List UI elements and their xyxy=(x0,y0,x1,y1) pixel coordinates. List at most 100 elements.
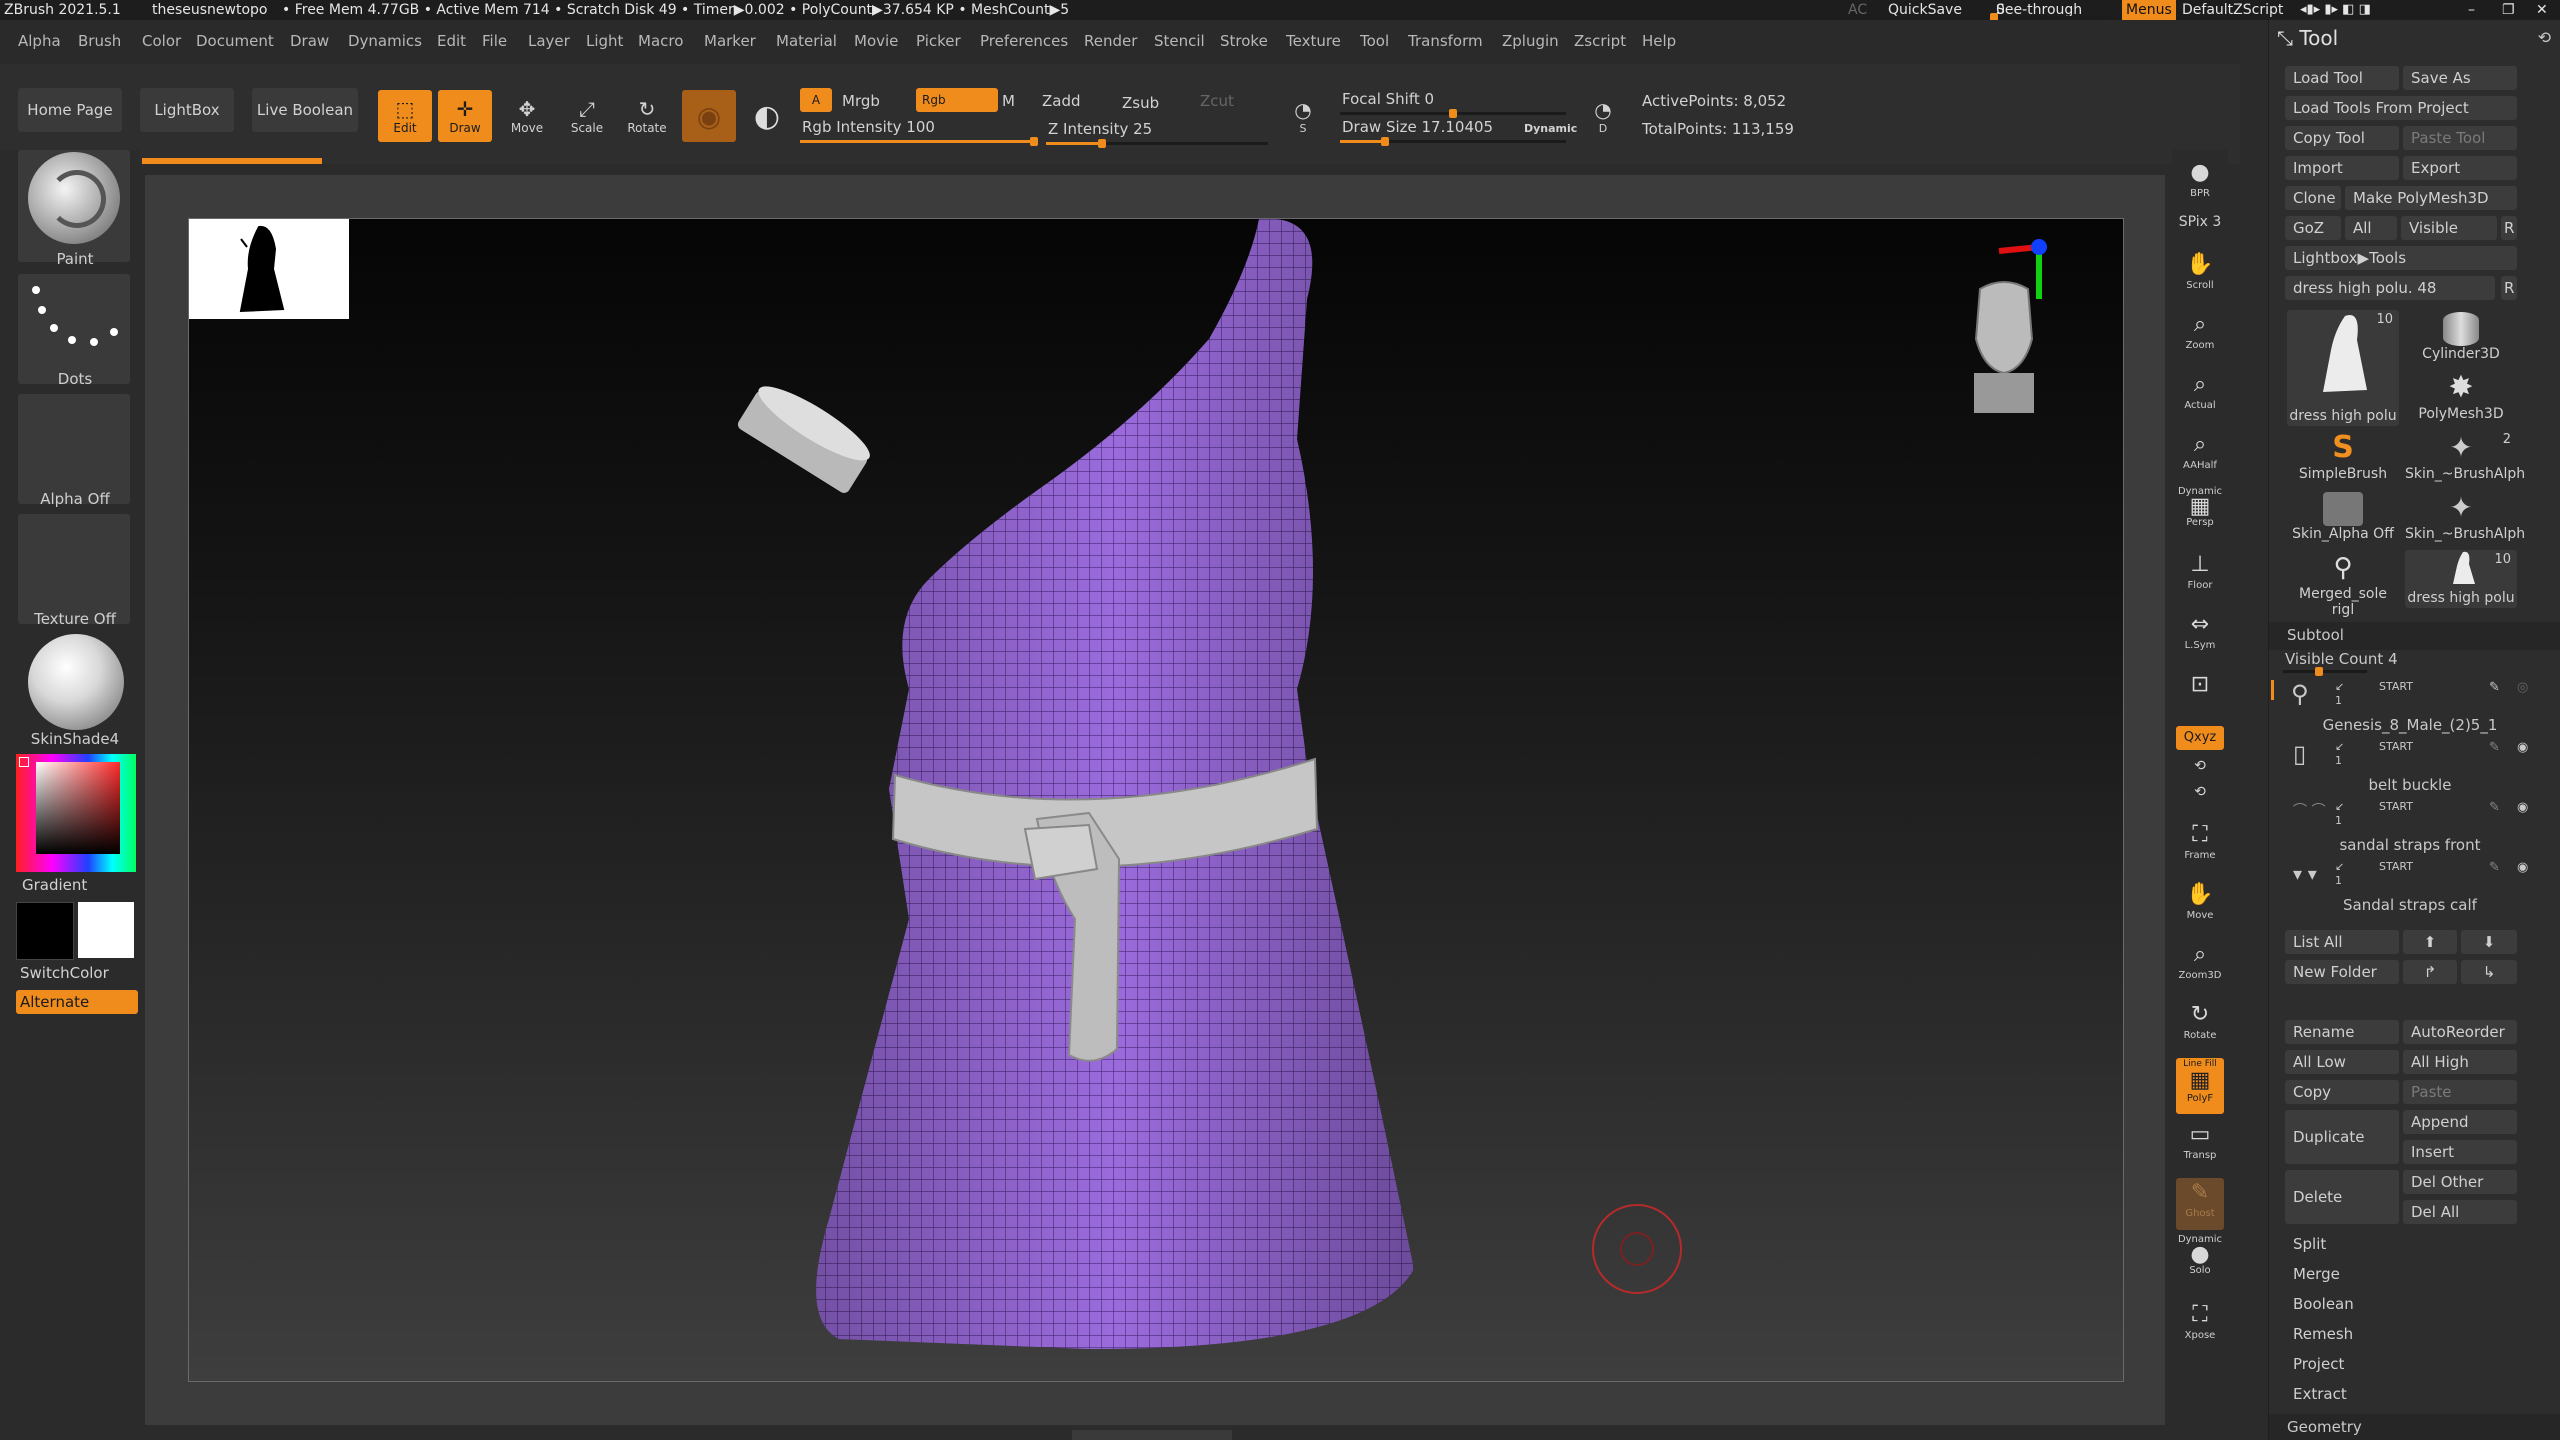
menu-marker[interactable]: Marker xyxy=(704,32,756,50)
focal-shift-knob[interactable] xyxy=(1449,109,1457,118)
paste-button[interactable]: Paste xyxy=(2403,1080,2517,1104)
menu-zscript[interactable]: Zscript xyxy=(1574,32,1626,50)
tool-thumb-skin-alpha-off[interactable]: Skin_Alpha Off xyxy=(2287,490,2399,548)
menu-brush[interactable]: Brush xyxy=(78,32,121,50)
live-boolean-button[interactable]: Live Boolean xyxy=(252,88,358,132)
lightbox-button[interactable]: LightBox xyxy=(140,88,234,132)
del-all-button[interactable]: Del All xyxy=(2403,1200,2517,1224)
menu-movie[interactable]: Movie xyxy=(854,32,898,50)
tool-thumb-dress-2[interactable]: 10 dress high polu xyxy=(2405,550,2517,608)
secondary-color-swatch[interactable] xyxy=(78,902,134,958)
make-polymesh3d-button[interactable]: Make PolyMesh3D xyxy=(2345,186,2517,210)
eye-icon[interactable]: ◉ xyxy=(2517,800,2528,815)
switchcolor-button[interactable]: SwitchColor xyxy=(20,964,109,982)
menu-layer[interactable]: Layer xyxy=(528,32,570,50)
edit-mode-button[interactable]: ⬚ Edit xyxy=(378,90,432,142)
menu-transform[interactable]: Transform xyxy=(1408,32,1483,50)
rotate-mode-button[interactable]: ↻ Rotate xyxy=(620,90,674,142)
stroke-selector[interactable] xyxy=(18,274,130,384)
m-button[interactable]: M xyxy=(1002,92,1015,110)
solo-button[interactable]: Dynamic ● Solo xyxy=(2176,1234,2224,1286)
menu-render[interactable]: Render xyxy=(1084,32,1137,50)
menu-dynamics[interactable]: Dynamics xyxy=(348,32,422,50)
brush-button[interactable]: ◉ xyxy=(682,90,736,142)
polyf-button[interactable]: Line Fill ▦ PolyF xyxy=(2176,1058,2224,1114)
rotate-view-button[interactable]: ↻ Rotate xyxy=(2176,1000,2224,1052)
visible-count-slider[interactable] xyxy=(2283,667,2367,676)
menu-edit[interactable]: Edit xyxy=(437,32,466,50)
autoreorder-button[interactable]: AutoReorder xyxy=(2403,1020,2517,1044)
material-selector[interactable] xyxy=(18,634,130,734)
close-icon[interactable]: ✕ xyxy=(2536,0,2548,20)
menu-document[interactable]: Document xyxy=(196,32,274,50)
rgb-button[interactable]: Rgb xyxy=(916,88,998,112)
remesh-section[interactable]: Remesh xyxy=(2285,1322,2517,1346)
menus-toggle[interactable]: Menus xyxy=(2122,0,2176,20)
rename-button[interactable]: Rename xyxy=(2285,1020,2399,1044)
bottom-tray-handle[interactable] xyxy=(1072,1430,1232,1440)
split-section[interactable]: Split xyxy=(2285,1232,2517,1256)
color-picker[interactable] xyxy=(16,754,136,872)
floor-button[interactable]: ⊥ Floor xyxy=(2176,550,2224,602)
eye-icon[interactable]: ◉ xyxy=(2517,740,2528,755)
save-as-button[interactable]: Save As xyxy=(2403,66,2517,90)
alpha-selector[interactable] xyxy=(18,394,130,504)
scroll-button[interactable]: ✋ Scroll xyxy=(2176,250,2224,302)
subtool-item-belt-buckle[interactable]: ▯ ↙ START 1 ✎ ◉ belt buckle xyxy=(2279,740,2541,796)
subtool-header[interactable]: Subtool xyxy=(2269,622,2560,650)
menu-tool[interactable]: Tool xyxy=(1360,32,1389,50)
lightbox-tools-button[interactable]: Lightbox▶Tools xyxy=(2285,246,2517,270)
goz-button[interactable]: GoZ xyxy=(2285,216,2341,240)
zsub-button[interactable]: Zsub xyxy=(1122,94,1159,112)
tool-thumb-cylinder[interactable]: Cylinder3D xyxy=(2405,310,2517,368)
zoom-button[interactable]: ⌕ Zoom xyxy=(2176,310,2224,362)
spix-slider[interactable]: SPix 3 xyxy=(2176,214,2224,236)
all-high-button[interactable]: All High xyxy=(2403,1050,2517,1074)
tool-thumb-skin-brushalpha[interactable]: ✦ 2 Skin_~BrushAlph xyxy=(2405,430,2525,488)
goz-r-button[interactable]: R xyxy=(2501,216,2517,240)
main-color-swatch[interactable] xyxy=(16,902,74,960)
all-low-button[interactable]: All Low xyxy=(2285,1050,2399,1074)
xyz-button[interactable]: Qxyz xyxy=(2176,726,2224,750)
move-mode-button[interactable]: ✥ Move xyxy=(500,90,554,142)
focal-shift-slider[interactable] xyxy=(1340,109,1566,118)
subtool-item-sandal-calf[interactable]: ▾ ▾ ↙ START 1 ✎ ◉ Sandal straps calf xyxy=(2279,860,2541,916)
export-button[interactable]: Export xyxy=(2403,156,2517,180)
brush-selector[interactable] xyxy=(18,150,130,262)
tool-thumb-dress[interactable]: 10 dress high polu xyxy=(2287,310,2399,426)
del-other-button[interactable]: Del Other xyxy=(2403,1170,2517,1194)
load-tool-button[interactable]: Load Tool xyxy=(2285,66,2399,90)
bpr-button[interactable]: ● BPR xyxy=(2176,158,2224,210)
brush-icon[interactable]: ✎ xyxy=(2489,860,2500,875)
draw-mode-button[interactable]: ✛ Draw xyxy=(438,90,492,142)
copy-button[interactable]: Copy xyxy=(2285,1080,2399,1104)
subtool-item-genesis[interactable]: ⚲ ↙ START 1 ✎ ◎ Genesis_8_Male_(2)5_1 xyxy=(2271,680,2541,736)
tool-thumb-merged[interactable]: ⚲ Merged_sole rigl xyxy=(2287,550,2399,618)
frame-button[interactable]: ⛶ Frame xyxy=(2176,820,2224,872)
tool-thumb-simplebrush[interactable]: S SimpleBrush xyxy=(2287,430,2399,488)
menu-draw[interactable]: Draw xyxy=(290,32,329,50)
zoom3d-button[interactable]: ⌕ Zoom3D xyxy=(2176,940,2224,992)
brush-icon[interactable]: ✎ xyxy=(2489,740,2500,755)
menu-light[interactable]: Light xyxy=(586,32,623,50)
eye-icon[interactable]: ◎ xyxy=(2517,680,2528,695)
seethrough-track[interactable] xyxy=(1990,13,2110,22)
spotlight-s-button[interactable]: ◔ S xyxy=(1286,90,1320,142)
document-canvas[interactable] xyxy=(188,218,2124,1382)
insert-button[interactable]: Insert xyxy=(2403,1140,2517,1164)
z-intensity-label[interactable]: Z Intensity 25 xyxy=(1048,120,1152,138)
rgb-intensity-knob[interactable] xyxy=(1030,137,1038,146)
menu-zplugin[interactable]: Zplugin xyxy=(1502,32,1559,50)
panel-toggle-icon[interactable]: ⟲ xyxy=(2538,28,2551,47)
defaultzscript-button[interactable]: DefaultZScript xyxy=(2182,0,2283,20)
tool-header[interactable]: ⤡ Tool xyxy=(2277,26,2338,50)
eye-icon[interactable]: ◉ xyxy=(2517,860,2528,875)
list-all-button[interactable]: List All xyxy=(2285,930,2399,954)
boolean-section[interactable]: Boolean xyxy=(2285,1292,2517,1316)
folder-down-button[interactable]: ↳ xyxy=(2461,960,2517,984)
texture-selector[interactable] xyxy=(18,514,130,624)
draw-size-slider[interactable] xyxy=(1340,137,1566,146)
subtool-item-sandal-front[interactable]: ⌒ ⌒ ↙ START 1 ✎ ◉ sandal straps front xyxy=(2279,800,2541,856)
quicksave-button[interactable]: QuickSave xyxy=(1888,0,1962,20)
mrgb-button[interactable]: Mrgb xyxy=(842,92,880,110)
